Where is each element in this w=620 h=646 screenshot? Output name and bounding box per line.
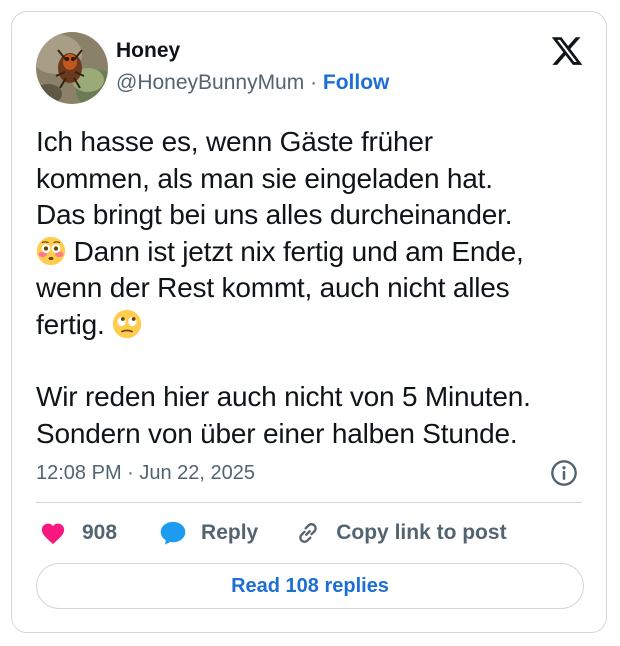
tweet-line: kommen, als man sie eingeladen hat. [36,162,493,194]
reply-label: Reply [201,521,259,544]
x-logo-icon[interactable] [550,34,584,68]
author-name[interactable]: Honey [116,38,180,64]
reply-bubble-icon [160,521,186,545]
follow-link[interactable]: Follow [323,71,390,94]
tweet-line: wenn der Rest kommt, auch nicht alles [36,272,510,303]
divider [36,502,582,503]
tweet-card: Honey @HoneyBunnyMum · Follow Ich hasse … [11,11,607,633]
read-replies-button[interactable]: Read 108 replies [36,563,584,609]
handle-separator: · [304,71,323,94]
avatar-image [36,32,108,104]
link-icon [299,523,318,543]
copy-link-label: Copy link to post [336,521,507,544]
tweet-line: Ich hasse es, wenn Gäste früher [36,126,433,157]
author-handle-line: @HoneyBunnyMum · Follow [116,70,389,96]
like-count: 908 [82,521,118,544]
reply-button[interactable]: Reply [159,520,258,546]
copy-link-button[interactable]: Copy link to post [294,519,507,547]
info-icon[interactable] [550,459,578,487]
tweet-line: Dann ist jetzt nix fertig und am Ende, [66,235,524,267]
tweet-actions: 908 Reply Copy link to post [40,516,507,550]
tweet-line: fertig. [36,308,113,340]
heart-icon [41,523,65,545]
tweet-text: Ich hasse es, wenn Gäste früher kommen, … [36,124,596,452]
avatar[interactable] [36,32,108,104]
like-button[interactable]: 908 [40,521,117,545]
tweet-line: Wir reden hier auch nicht von 5 Minuten. [36,381,531,412]
tweet-timestamp[interactable]: 12:08 PM · Jun 22, 2025 [36,460,255,486]
tweet-line: Das bringt bei uns alles durcheinander. [36,199,513,230]
tweet-paragraph-1: Ich hasse es, wenn Gäste früher kommen, … [36,124,596,343]
tweet-paragraph-2: Wir reden hier auch nicht von 5 Minuten.… [36,379,596,452]
author-handle[interactable]: @HoneyBunnyMum [116,71,304,94]
tweet-line: Sondern von über einer halben Stunde. [36,417,518,449]
face-with-rolling-eyes-emoji-icon [113,309,142,338]
flushed-face-emoji-icon [36,236,66,265]
